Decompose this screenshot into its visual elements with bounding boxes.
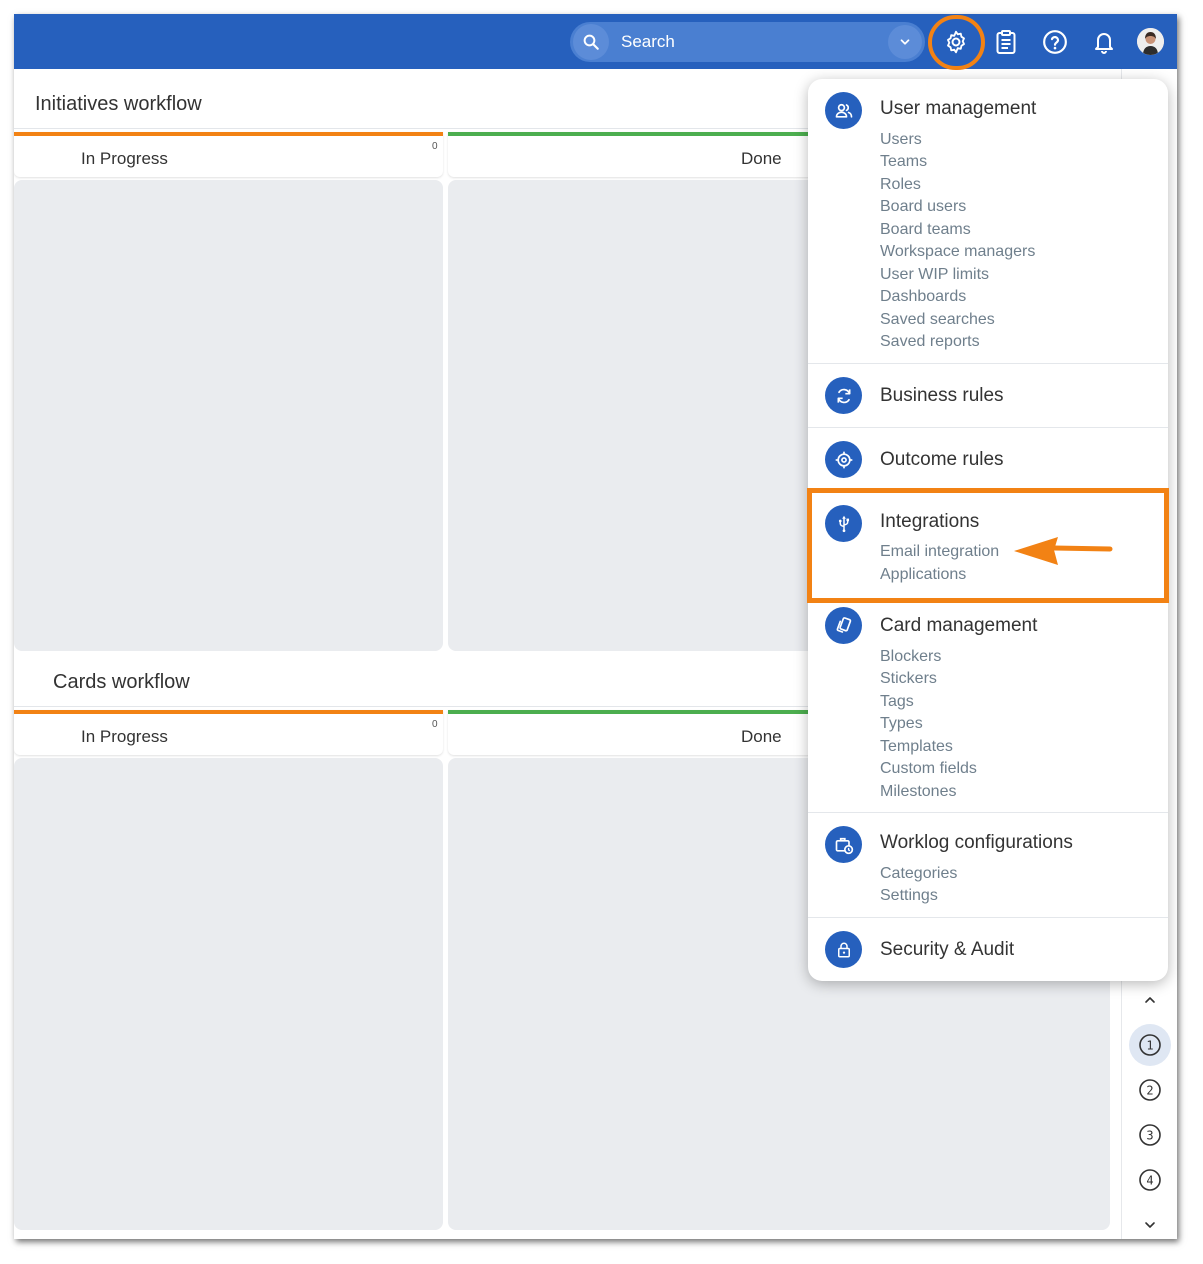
- menu-item-saved-reports[interactable]: Saved reports: [880, 333, 980, 351]
- gear-highlight-ring: [928, 15, 985, 70]
- bell-icon[interactable]: [1087, 25, 1121, 59]
- search-icon[interactable]: [573, 24, 609, 60]
- divider: [808, 427, 1168, 428]
- menu-item-milestones[interactable]: Milestones: [880, 783, 956, 801]
- target-icon: [825, 441, 862, 478]
- column-label: Done: [741, 727, 782, 746]
- board-1-button[interactable]: 1: [1129, 1024, 1171, 1066]
- section-title-card-management[interactable]: Card management: [880, 615, 1037, 637]
- menu-item-teams[interactable]: Teams: [880, 153, 927, 171]
- chevron-down-icon[interactable]: [1129, 1204, 1171, 1239]
- board-4-button[interactable]: 4: [1129, 1159, 1171, 1201]
- board-title: Cards workflow: [53, 671, 190, 693]
- cards-icon: [825, 607, 862, 644]
- column-header-in-progress[interactable]: In Progress 0: [14, 710, 443, 755]
- column-label: Done: [741, 149, 782, 168]
- menu-item-templates[interactable]: Templates: [880, 738, 953, 756]
- search-bar[interactable]: Search: [570, 22, 925, 62]
- help-icon[interactable]: [1038, 25, 1072, 59]
- board-number: 4: [1146, 1174, 1153, 1188]
- section-title-security-audit[interactable]: Security & Audit: [880, 939, 1014, 961]
- integrations-highlight-box: [807, 488, 1169, 603]
- avatar[interactable]: [1137, 28, 1164, 55]
- column-label: In Progress: [81, 727, 168, 746]
- menu-item-blockers[interactable]: Blockers: [880, 648, 941, 666]
- chevron-up-icon[interactable]: [1129, 979, 1171, 1021]
- menu-item-board-users[interactable]: Board users: [880, 198, 966, 216]
- column-card-count: 0: [432, 719, 438, 730]
- board-2-button[interactable]: 2: [1129, 1069, 1171, 1111]
- board-title: Initiatives workflow: [35, 93, 202, 115]
- column-drop-area[interactable]: [14, 758, 443, 1230]
- menu-item-user-wip-limits[interactable]: User WIP limits: [880, 266, 989, 284]
- board-number: 2: [1146, 1084, 1153, 1098]
- board-number: 3: [1146, 1129, 1153, 1143]
- sync-icon: [825, 377, 862, 414]
- column-drop-area[interactable]: [14, 180, 443, 651]
- menu-item-custom-fields[interactable]: Custom fields: [880, 760, 977, 778]
- divider: [808, 917, 1168, 918]
- divider: [808, 812, 1168, 813]
- column-label: In Progress: [81, 149, 168, 168]
- board-number: 1: [1146, 1039, 1153, 1053]
- board-3-button[interactable]: 3: [1129, 1114, 1171, 1156]
- section-title-outcome-rules[interactable]: Outcome rules: [880, 449, 1004, 471]
- menu-item-saved-searches[interactable]: Saved searches: [880, 311, 995, 329]
- users-icon: [825, 92, 862, 129]
- menu-item-types[interactable]: Types: [880, 715, 923, 733]
- clipboard-icon[interactable]: [989, 25, 1023, 59]
- section-title-user-management[interactable]: User management: [880, 98, 1036, 120]
- column-header-in-progress[interactable]: In Progress 0: [14, 132, 443, 177]
- column-card-count: 0: [432, 141, 438, 152]
- menu-item-tags[interactable]: Tags: [880, 693, 914, 711]
- menu-item-board-teams[interactable]: Board teams: [880, 221, 971, 239]
- menu-item-stickers[interactable]: Stickers: [880, 670, 937, 688]
- lock-icon: [825, 931, 862, 968]
- arrow-left-icon: [1014, 537, 1113, 565]
- column-color-bar: [14, 132, 443, 136]
- menu-item-roles[interactable]: Roles: [880, 176, 921, 194]
- menu-item-workspace-managers[interactable]: Workspace managers: [880, 243, 1035, 261]
- divider: [808, 363, 1168, 364]
- section-title-business-rules[interactable]: Business rules: [880, 385, 1004, 407]
- top-bar: Search: [14, 14, 1177, 70]
- menu-item-dashboards[interactable]: Dashboards: [880, 288, 966, 306]
- briefcase-clock-icon: [825, 826, 862, 863]
- menu-item-users[interactable]: Users: [880, 131, 922, 149]
- chevron-down-icon[interactable]: [888, 25, 922, 59]
- search-input[interactable]: Search: [621, 32, 888, 52]
- menu-item-categories[interactable]: Categories: [880, 865, 957, 883]
- menu-item-settings[interactable]: Settings: [880, 887, 938, 905]
- section-title-worklog-configurations[interactable]: Worklog configurations: [880, 832, 1073, 854]
- column-color-bar: [14, 710, 443, 714]
